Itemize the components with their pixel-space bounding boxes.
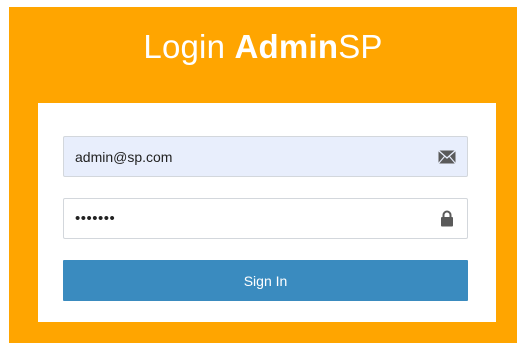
sign-in-button[interactable]: Sign In	[63, 260, 468, 301]
email-input[interactable]	[64, 137, 437, 176]
login-panel: Login AdminSP Sign In	[9, 7, 517, 343]
email-field[interactable]	[63, 136, 468, 177]
page-title: Login AdminSP	[9, 27, 517, 67]
title-prefix: Login	[143, 28, 235, 65]
password-field[interactable]	[63, 198, 468, 239]
lock-icon	[437, 209, 457, 229]
password-input[interactable]	[64, 199, 437, 238]
login-card: Sign In	[38, 103, 496, 322]
envelope-icon	[437, 147, 457, 167]
title-bold: Admin	[234, 28, 339, 65]
title-suffix: SP	[338, 28, 383, 65]
